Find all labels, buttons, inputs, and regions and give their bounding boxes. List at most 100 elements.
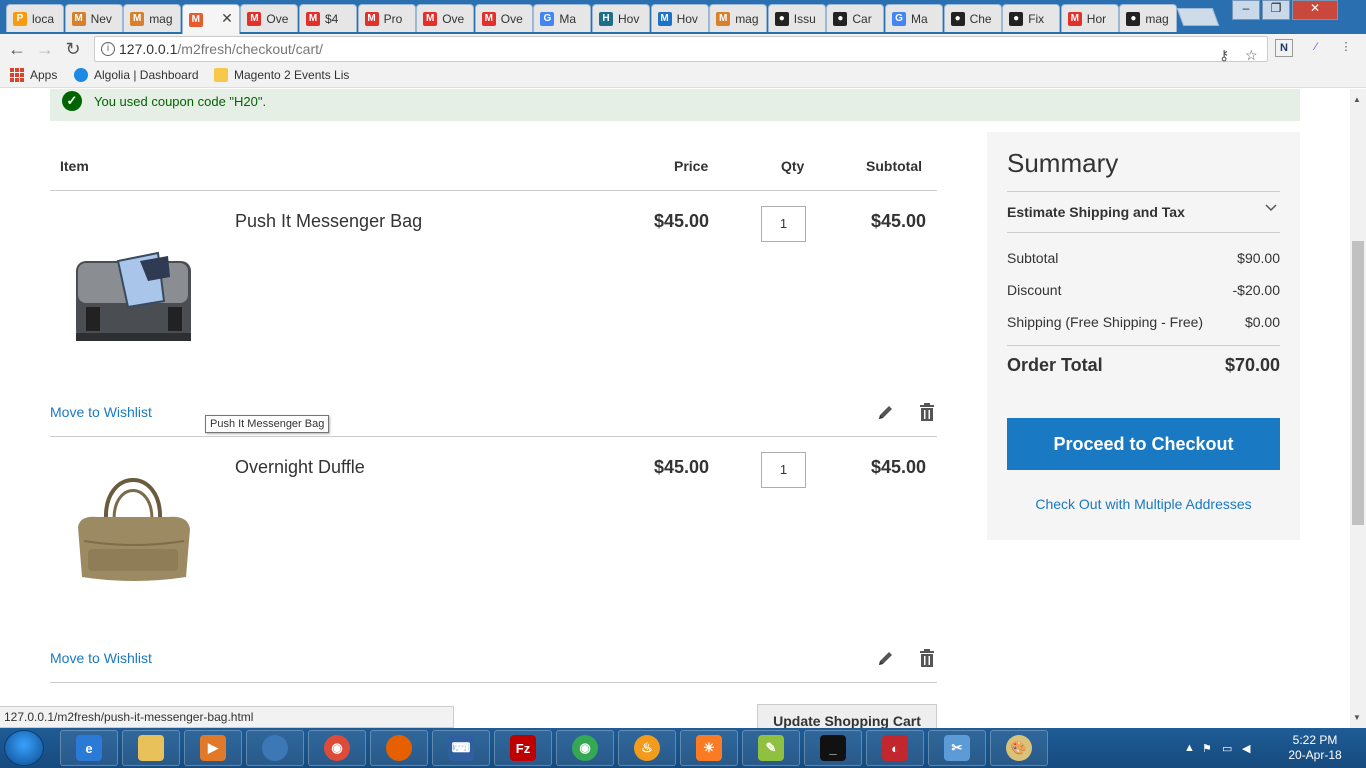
move-to-wishlist-link[interactable]: Move to Wishlist <box>50 404 152 420</box>
qty-input[interactable]: 1 <box>761 452 806 488</box>
browser-tab[interactable]: H Hov <box>592 4 650 32</box>
tab-close-icon[interactable]: ✕ <box>221 10 233 27</box>
flame-app-taskbar-icon[interactable]: ♨ <box>618 730 676 766</box>
browser-tab-strip: Ploca M Nev Mmag M ✕ M Ove M $4 M Pro M Ove M Ove G Ma H Ho… <box>0 0 1366 34</box>
minimize-button[interactable]: – <box>1232 0 1260 20</box>
flag-icon[interactable]: ⚑ <box>1202 742 1212 755</box>
browser-tab[interactable]: ● Issu <box>767 4 826 32</box>
paint-taskbar-icon[interactable]: 🎨 <box>990 730 1048 766</box>
update-cart-button[interactable]: Update Shopping Cart <box>757 704 937 728</box>
github-icon: ● <box>1126 11 1141 26</box>
command-prompt-taskbar-icon[interactable]: _ <box>804 730 862 766</box>
browser-tab[interactable]: M Ove <box>474 4 533 32</box>
scrollbar-thumb[interactable] <box>1352 241 1364 525</box>
chrome-taskbar-icon[interactable]: ◉ <box>308 730 366 766</box>
chrome-alt-taskbar-icon[interactable]: ◉ <box>556 730 614 766</box>
browser-tab[interactable]: Mmag <box>123 4 182 32</box>
move-to-wishlist-link[interactable]: Move to Wishlist <box>50 650 152 666</box>
forward-icon[interactable]: → <box>34 38 56 60</box>
filezilla-taskbar-icon[interactable]: Fz <box>494 730 552 766</box>
maximize-button[interactable]: ❐ <box>1262 0 1290 20</box>
pencil-icon[interactable] <box>877 649 895 667</box>
network-icon[interactable]: ▭ <box>1222 742 1232 755</box>
item-price: $45.00 <box>653 457 709 477</box>
github-icon: ● <box>833 11 848 26</box>
bookmark-magento-events-label: Magento 2 Events Lis <box>234 68 350 82</box>
browser-tab[interactable]: M Hov <box>650 4 709 32</box>
bookmark-magento-events[interactable]: Magento 2 Events Lis <box>214 68 349 82</box>
browser-tab[interactable]: Ploca <box>6 4 64 32</box>
google-icon: G <box>892 11 906 26</box>
browser-tab[interactable]: M Ove <box>240 4 299 32</box>
scroll-up-icon[interactable]: ▲ <box>1353 95 1361 104</box>
firefox-taskbar-icon[interactable] <box>370 730 428 766</box>
browser-tab-label: Ma <box>911 11 928 26</box>
browser-tab[interactable]: ● mag <box>1119 4 1178 32</box>
menu-icon[interactable]: ⋮ <box>1337 39 1355 57</box>
success-message: ✓ You used coupon code "H20". <box>50 89 1300 121</box>
new-tab-button[interactable] <box>1176 8 1220 26</box>
page-scrollbar[interactable]: ▲ ▼ <box>1350 89 1366 728</box>
url-host: 127.0.0.1 <box>119 41 178 57</box>
extension-pen-icon[interactable]: ∕ <box>1307 39 1325 57</box>
file-explorer-taskbar-icon[interactable] <box>122 730 180 766</box>
browser-tab[interactable]: ● Che <box>943 4 1002 32</box>
github-icon: ● <box>1009 11 1024 26</box>
estimate-shipping-toggle[interactable]: Estimate Shipping and Tax <box>1007 191 1280 233</box>
back-icon[interactable]: ← <box>6 38 28 60</box>
browser-tab[interactable]: M $4 <box>299 4 357 32</box>
network-globe-taskbar-icon[interactable] <box>246 730 304 766</box>
windows-start-icon[interactable] <box>4 730 44 766</box>
reload-icon[interactable]: ↻ <box>62 38 84 60</box>
bookmark-apps[interactable]: Apps <box>10 68 57 82</box>
browser-tab[interactable]: M ✕ <box>181 4 240 34</box>
magento-icon: M <box>71 11 86 26</box>
browser-tab-label: Ove <box>500 11 523 26</box>
site-info-icon[interactable]: i <box>101 42 115 56</box>
duffle-bag-image[interactable] <box>68 457 198 587</box>
github-icon: ● <box>950 11 965 26</box>
browser-tab[interactable]: M Nev <box>64 4 123 32</box>
url-path: /m2fresh/checkout/cart/ <box>177 41 323 57</box>
bookmark-algolia-label: Algolia | Dashboard <box>94 68 199 82</box>
qty-input[interactable]: 1 <box>761 206 806 242</box>
browser-tab[interactable]: M Hor <box>1060 4 1119 32</box>
xampp-taskbar-icon[interactable]: ✳ <box>680 730 738 766</box>
browser-tab-label: Ove <box>442 11 465 26</box>
browser-tab[interactable]: G Ma <box>533 4 592 32</box>
browser-tab[interactable]: M Pro <box>357 4 416 32</box>
bookmark-algolia[interactable]: Algolia | Dashboard <box>74 68 199 82</box>
volume-icon[interactable]: ◀ <box>1242 742 1250 755</box>
scroll-down-icon[interactable]: ▼ <box>1353 713 1361 722</box>
browser-tab[interactable]: Mmag <box>709 4 768 32</box>
item-name-link[interactable]: Push It Messenger Bag <box>235 211 422 232</box>
extension-n-icon[interactable]: N <box>1275 39 1293 57</box>
trash-icon[interactable] <box>918 402 936 422</box>
browser-tab[interactable]: M Ove <box>416 4 475 32</box>
trash-icon[interactable] <box>918 648 936 668</box>
browser-tab[interactable]: G Ma <box>885 4 943 32</box>
item-name-link[interactable]: Overnight Duffle <box>235 457 365 478</box>
taskbar-clock[interactable]: 5:22 PM 20-Apr-18 <box>1280 733 1350 763</box>
pencil-icon[interactable] <box>877 403 895 421</box>
order-total-label: Order Total <box>1007 355 1103 375</box>
media-player-taskbar-icon[interactable]: ▶ <box>184 730 242 766</box>
remote-desktop-taskbar-icon[interactable]: ⌨ <box>432 730 490 766</box>
tray-expand-icon[interactable]: ▲ <box>1184 742 1195 754</box>
browser-tab[interactable]: ● Fix <box>1002 4 1061 32</box>
multiple-addresses-link[interactable]: Check Out with Multiple Addresses <box>987 496 1300 512</box>
window-close-button[interactable]: ✕ <box>1292 0 1338 20</box>
column-qty: Qty <box>781 158 805 174</box>
address-bar[interactable]: i 127.0.0.1/m2fresh/checkout/cart/ ⚷ ☆ <box>94 36 1268 63</box>
snipping-tool-taskbar-icon[interactable]: ✂ <box>928 730 986 766</box>
item-subtotal: $45.00 <box>870 211 926 231</box>
browser-tab[interactable]: ● Car <box>826 4 885 32</box>
browser-tab-label: Fix <box>1028 11 1045 26</box>
proceed-to-checkout-button[interactable]: Proceed to Checkout <box>1007 418 1280 470</box>
messenger-bag-image[interactable] <box>68 231 198 361</box>
ie-taskbar-icon[interactable]: e <box>60 730 118 766</box>
magento-icon: M <box>130 11 145 26</box>
hubspot-icon: H <box>599 11 613 26</box>
red-app-taskbar-icon[interactable]: ◐ <box>866 730 924 766</box>
notepad-plus-taskbar-icon[interactable]: ✎ <box>742 730 800 766</box>
